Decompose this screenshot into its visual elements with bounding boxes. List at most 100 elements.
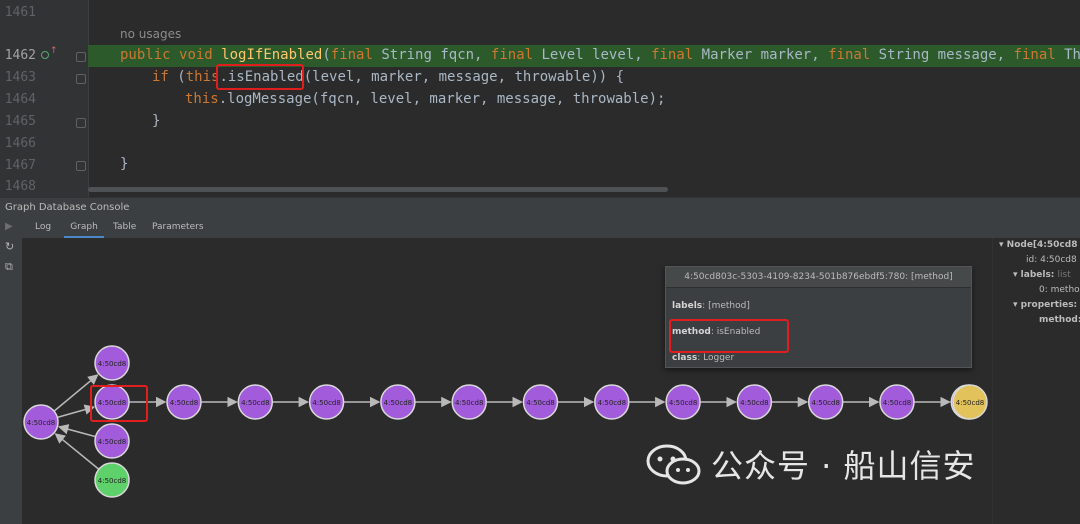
code-editor[interactable]: 1461 1462 1463 1464 1465 1466 1467 1468 … xyxy=(0,0,1080,197)
node-label: 4:50cd8 xyxy=(27,419,55,427)
graph-node[interactable]: 4:50cd8 xyxy=(308,384,345,420)
line-number: 1462 xyxy=(4,48,36,63)
code-text: Throwab xyxy=(1064,47,1080,63)
node-label: 4:50cd8 xyxy=(740,399,768,407)
code-text: Marker marker, xyxy=(701,47,829,63)
tab-log[interactable]: Log xyxy=(35,216,51,238)
console-toolbar: ↻ ⧉ xyxy=(0,238,23,524)
code-text: Level level, xyxy=(541,47,652,63)
graph-node[interactable]: 4:50cd8 xyxy=(166,384,202,420)
node-label: 4:50cd8 xyxy=(170,399,198,407)
inspector-labels[interactable]: ▾ labels: list xyxy=(1013,270,1071,280)
graph-node[interactable]: 4:50cd8 xyxy=(879,384,915,420)
implements-icon[interactable] xyxy=(41,51,49,59)
graph-node-end[interactable]: 4:50cd8 xyxy=(952,384,988,420)
keyword: this xyxy=(185,69,220,85)
copy-icon[interactable]: ⧉ xyxy=(5,260,13,274)
inspector-method: method: xyxy=(1039,315,1080,325)
graph-node[interactable]: 4:50cd8 xyxy=(451,384,487,420)
code-line-1467: } xyxy=(120,156,129,172)
graph-node[interactable]: 4:50cd8 xyxy=(94,423,130,459)
keyword: this xyxy=(185,91,219,107)
graph-node[interactable]: 4:50cd8 xyxy=(237,384,274,420)
horizontal-scrollbar[interactable] xyxy=(88,187,668,192)
inspector-labels-hint: list xyxy=(1057,270,1071,280)
override-arrow-icon[interactable]: ↑ xyxy=(50,46,58,56)
code-line-1464: this.logMessage(fqcn, level, marker, mes… xyxy=(185,91,665,107)
node-label: 4:50cd8 xyxy=(669,399,697,407)
keyword: if xyxy=(152,69,178,85)
graph-node[interactable]: 4:50cd8 xyxy=(665,384,701,420)
fold-icon[interactable] xyxy=(76,52,86,62)
inspector-node[interactable]: ▾ Node[4:50cd8 xyxy=(999,240,1077,250)
watermark-text: 公众号 · 船山信安 xyxy=(711,447,976,485)
code-text: ( xyxy=(322,47,331,63)
keyword: final xyxy=(1013,47,1065,63)
graph-node[interactable]: 4:50cd8 xyxy=(522,384,559,420)
method-name: logIfEnabled xyxy=(221,47,323,63)
tab-table[interactable]: Table xyxy=(113,216,136,238)
inspector-label-0: 0: metho xyxy=(1039,285,1080,295)
code-text: String message, xyxy=(878,47,1014,63)
code-line-1462: public void logIfEnabled(final String fq… xyxy=(120,47,1080,63)
tooltip-value: Logger xyxy=(703,353,735,363)
keyword: void xyxy=(179,47,222,63)
line-number: 1465 xyxy=(4,114,36,129)
line-number: 1461 xyxy=(4,5,36,20)
tooltip-labels: labels: [method] xyxy=(672,301,750,311)
code-text: .logMessage(fqcn, level, marker, message… xyxy=(218,91,666,107)
fold-icon[interactable] xyxy=(76,118,86,128)
graph-edge[interactable] xyxy=(54,433,100,470)
wechat-icon xyxy=(646,444,701,485)
inspector-properties-label: properties: xyxy=(1020,300,1078,310)
node-label: 4:50cd8 xyxy=(241,399,269,407)
node-label: 4:50cd8 xyxy=(811,399,839,407)
graph-node[interactable]: 4:50cd8 xyxy=(380,384,416,420)
node-label: 4:50cd8 xyxy=(956,399,984,407)
tab-parameters[interactable]: Parameters xyxy=(152,216,204,238)
graph-edge[interactable] xyxy=(57,404,96,419)
tooltip-key: class xyxy=(672,353,698,363)
keyword: final xyxy=(490,47,542,63)
fold-icon[interactable] xyxy=(76,74,86,84)
graph-node[interactable]: 4:50cd8 xyxy=(23,404,59,440)
tooltip-value: [method] xyxy=(708,301,750,311)
keyword: public xyxy=(120,47,180,63)
inspector-id: id: 4:50cd8 xyxy=(1026,255,1077,265)
refresh-icon[interactable]: ↻ xyxy=(5,240,14,253)
code-text: String fqcn, xyxy=(381,47,491,63)
line-number: 1464 xyxy=(4,92,36,107)
keyword: final xyxy=(828,47,879,63)
console-title: Graph Database Console xyxy=(0,197,1080,216)
node-label: 4:50cd8 xyxy=(526,399,554,407)
graph-node[interactable]: 4:50cd8 xyxy=(736,384,773,420)
line-number: 1466 xyxy=(4,136,36,151)
tooltip-header: 4:50cd803c-5303-4109-8234-501b876ebdf5:7… xyxy=(666,267,971,288)
inspector-properties[interactable]: ▾ properties: xyxy=(1013,300,1077,310)
graph-node-start[interactable]: 4:50cd8 xyxy=(94,462,130,498)
highlight-box-method xyxy=(669,319,789,353)
node-label: 4:50cd8 xyxy=(598,399,626,407)
line-number: 1463 xyxy=(4,70,36,85)
tooltip-key: labels xyxy=(672,301,703,311)
fold-icon[interactable] xyxy=(76,161,86,171)
tooltip-class: class: Logger xyxy=(672,353,735,363)
node-tooltip: 4:50cd803c-5303-4109-8234-501b876ebdf5:7… xyxy=(665,266,972,368)
graph-node[interactable]: 4:50cd8 xyxy=(594,384,630,420)
keyword: final xyxy=(330,47,382,63)
graph-node[interactable]: 4:50cd8 xyxy=(94,345,130,381)
graph-node[interactable]: 4:50cd8 xyxy=(807,384,844,420)
node-label: 4:50cd8 xyxy=(883,399,911,407)
run-icon[interactable]: ▶ xyxy=(5,216,13,238)
code-text: (level, marker, message, throwable)) { xyxy=(303,69,625,85)
graph-edge[interactable] xyxy=(57,424,96,438)
node-label: 4:50cd8 xyxy=(384,399,412,407)
inspector-labels-label: labels: xyxy=(1020,270,1055,280)
line-number: 1467 xyxy=(4,158,36,173)
line-number: 1468 xyxy=(4,179,36,194)
usages-hint[interactable]: no usages xyxy=(120,27,181,41)
tab-graph[interactable]: Graph xyxy=(64,216,104,238)
highlight-box-isenabled xyxy=(216,64,304,90)
code-line-1465: } xyxy=(152,113,161,129)
inspector-node-label: Node[4:50cd8 xyxy=(1006,240,1078,250)
